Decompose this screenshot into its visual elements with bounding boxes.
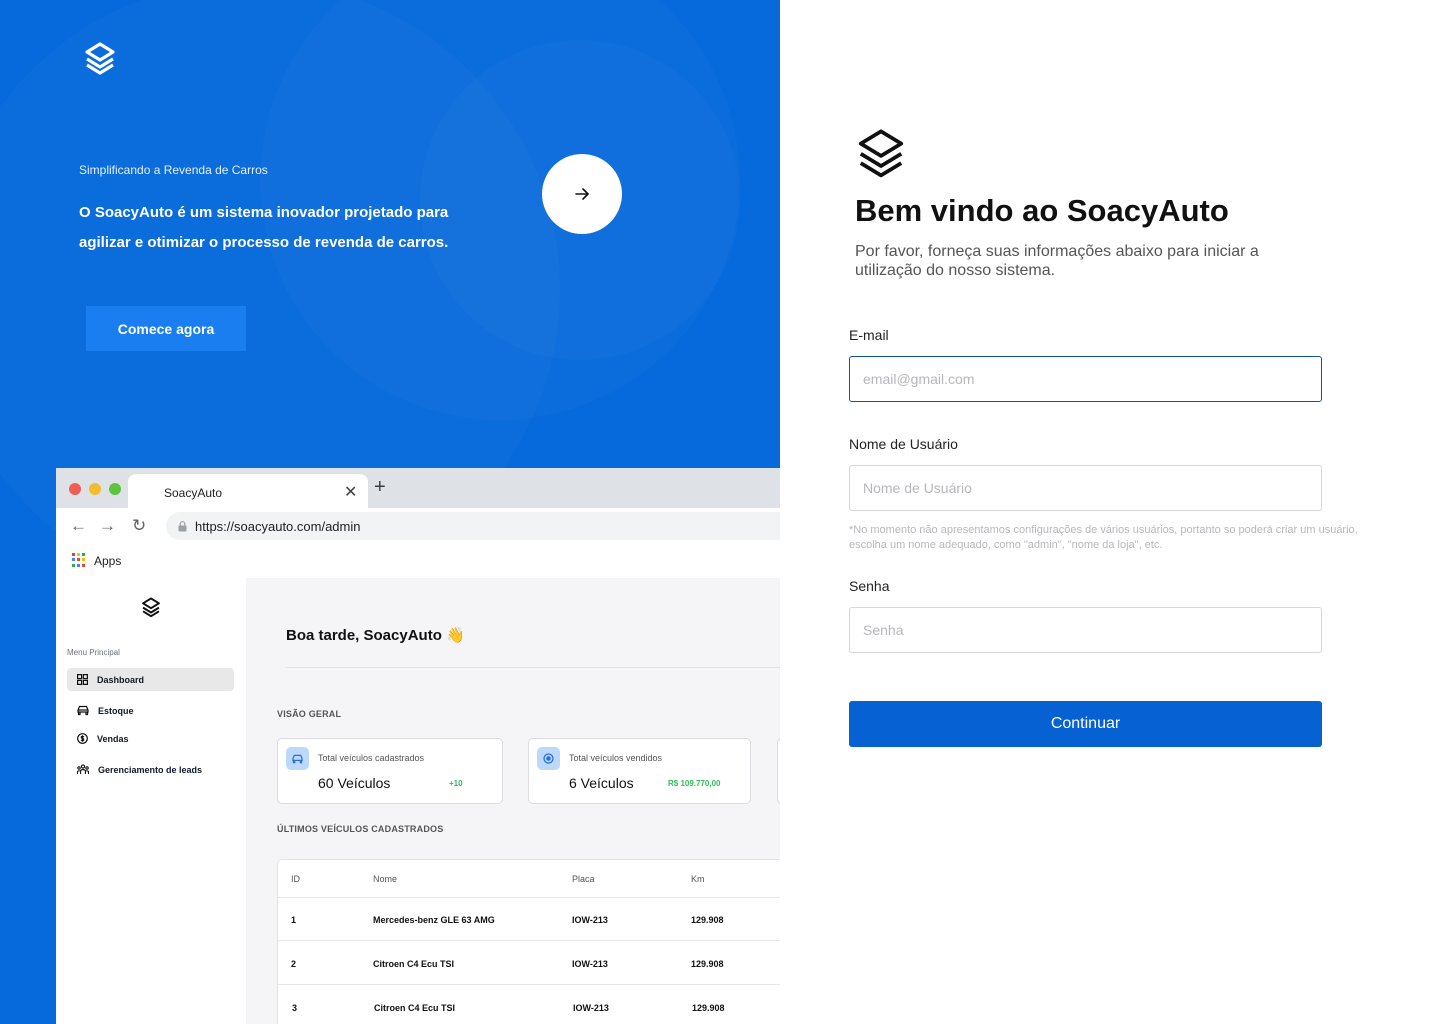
browser-window: SoacyAuto ✕ + ← → ↻ https://soacyauto.co… [56,468,780,1024]
cell-id: 2 [291,959,297,969]
apps-bookmark[interactable]: Apps [94,554,121,568]
stat-label: Total veículos vendidos [569,753,663,763]
sidebar-item-vendas[interactable]: Vendas [67,727,234,750]
cell-id: 3 [292,1003,298,1013]
next-arrow-button[interactable] [542,154,622,234]
close-tab-icon[interactable]: ✕ [344,482,357,502]
sidebar-item-leads[interactable]: Gerenciamento de leads [67,758,234,781]
car-icon [77,705,89,716]
stat-delta: R$ 109.770,00 [668,779,721,788]
email-label: E-mail [849,327,889,343]
reload-icon[interactable]: ↻ [132,516,146,536]
username-label: Nome de Usuário [849,436,958,452]
new-tab-icon[interactable]: + [374,476,386,499]
column-header-km: Km [691,874,705,884]
close-window-dot[interactable] [69,483,81,495]
layers-icon [855,126,907,185]
stat-card-registered: Total veículos cadastrados 60 Veículos +… [277,738,503,804]
cell-plate: IOW-213 [572,915,608,925]
username-note: *No momento não apresentamos configuraçõ… [849,524,1358,551]
apps-grid-icon [72,553,86,567]
arrow-right-icon [575,188,589,200]
table-row[interactable]: 3 Citroen C4 Ecu TSI IOW-213 129.908 [278,984,780,1024]
vehicles-table: ID Nome Placa Km 1 Mercedes-benz GLE 63 … [277,859,780,1024]
minimize-window-dot[interactable] [89,483,101,495]
grid-icon [77,674,88,685]
password-label: Senha [849,578,890,594]
browser-tab[interactable]: SoacyAuto ✕ [128,474,368,508]
overview-title: VISÃO GERAL [277,709,342,719]
password-field[interactable] [849,607,1322,653]
lock-icon [178,521,187,532]
stat-card-partial [777,738,780,804]
sidebar-item-label: Gerenciamento de leads [98,764,203,775]
stat-value: 6 Veículos [569,775,634,791]
login-subtitle: Por favor, forneça suas informações abai… [855,243,1259,279]
recent-vehicles-title: ÚLTIMOS VEÍCULOS CADASTRADOS [277,824,444,834]
layers-icon [82,40,118,76]
column-header-id: ID [291,874,300,884]
hero-panel: Simplificando a Revenda de Carros O Soac… [0,0,780,1024]
stat-delta: +10 [449,779,463,788]
url-field[interactable]: https://soacyauto.com/admin [166,512,780,540]
app-sidebar: Menu Principal Dashboard Estoque Vendas [56,578,246,1024]
stat-label: Total veículos cadastrados [318,753,425,763]
maximize-window-dot[interactable] [109,483,121,495]
column-header-name: Nome [373,874,398,884]
url-text: https://soacyauto.com/admin [195,519,361,534]
hero-tagline: Simplificando a Revenda de Carros [79,163,268,177]
table-row[interactable]: 1 Mercedes-benz GLE 63 AMG IOW-213 129.9… [278,897,780,940]
stat-value: 60 Veículos [318,775,391,791]
coin-icon [537,747,560,770]
divider [286,667,780,668]
cell-name: Mercedes-benz GLE 63 AMG [373,915,495,925]
cell-plate: IOW-213 [572,959,608,969]
start-now-button[interactable]: Comece agora [86,306,246,351]
bookmarks-bar: Apps [56,546,780,578]
coin-icon [77,733,88,744]
hero-description: O SoacyAuto é um sistema inovador projet… [79,204,449,251]
cell-km: 129.908 [691,915,724,925]
dashboard-main: Boa tarde, SoacyAuto 👋 VISÃO GERAL Total… [246,578,780,1024]
browser-tab-bar: SoacyAuto ✕ + [56,468,780,508]
stat-card-sold: Total veículos vendidos 6 Veículos R$ 10… [528,738,751,804]
cell-km: 129.908 [692,1003,725,1013]
browser-address-bar: ← → ↻ https://soacyauto.com/admin [56,508,780,546]
forward-arrow-icon[interactable]: → [99,516,116,536]
cell-id: 1 [291,915,297,925]
cell-plate: IOW-213 [573,1003,609,1013]
menu-title: Menu Principal [67,648,120,657]
sidebar-item-label: Vendas [97,733,129,744]
layers-icon [140,596,162,623]
cell-name: Citroen C4 Ecu TSI [373,959,455,969]
column-header-plate: Placa [572,874,595,884]
cell-name: Citroen C4 Ecu TSI [374,1003,456,1013]
table-row[interactable]: 2 Citroen C4 Ecu TSI IOW-213 129.908 [278,940,780,984]
continue-button[interactable]: Continuar [849,701,1322,747]
back-arrow-icon[interactable]: ← [70,516,87,536]
users-icon [77,764,89,774]
sidebar-item-dashboard[interactable]: Dashboard [67,668,234,691]
username-field[interactable] [849,465,1322,511]
sidebar-item-label: Estoque [98,705,134,716]
car-icon [286,747,309,770]
login-title: Bem vindo ao SoacyAuto [855,193,1229,228]
greeting-heading: Boa tarde, SoacyAuto 👋 [286,627,465,644]
browser-tab-title: SoacyAuto [164,486,223,500]
cell-km: 129.908 [691,959,724,969]
sidebar-item-estoque[interactable]: Estoque [67,699,234,722]
sidebar-item-label: Dashboard [97,674,145,685]
email-field[interactable] [849,356,1322,402]
